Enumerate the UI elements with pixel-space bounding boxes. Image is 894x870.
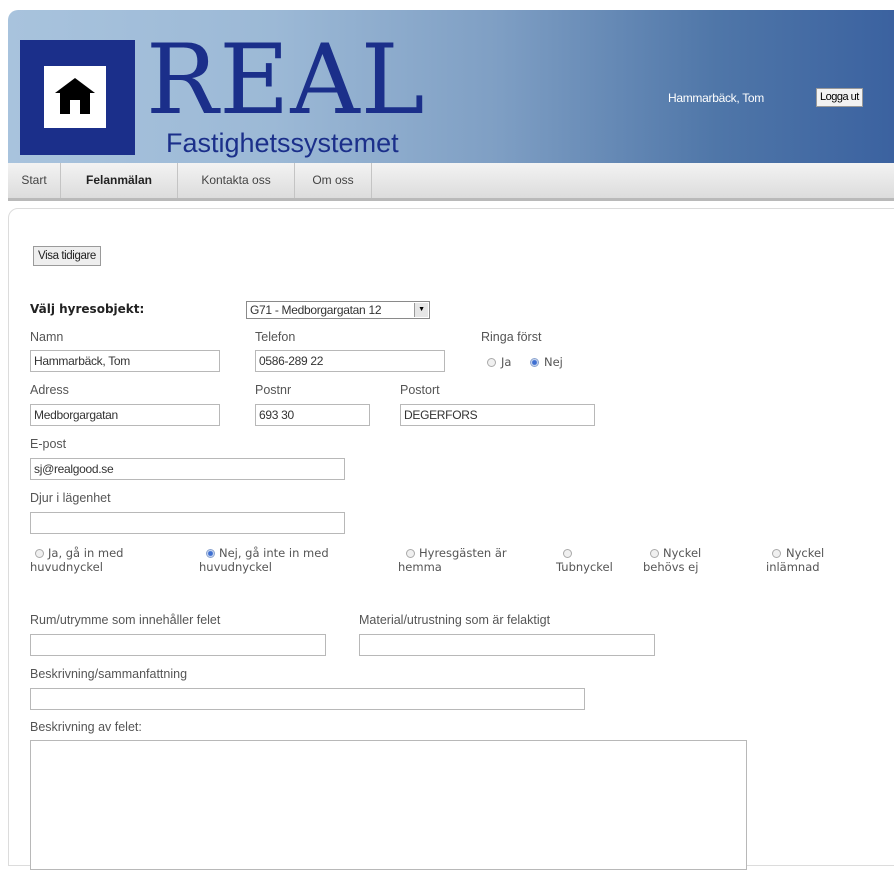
main-nav: Start Felanmälan Kontakta oss Om oss [8,163,894,201]
access-option-5-radio[interactable] [650,549,659,558]
pets-field[interactable] [30,512,345,534]
address-label: Adress [30,383,69,397]
logo-subtitle: Fastighetssystemet [166,128,399,158]
zip-field[interactable]: 693 30 [255,404,370,426]
nav-item-felanmalan[interactable]: Felanmälan [61,163,178,198]
access-option-5-line1: Nyckel [663,546,702,560]
nav-item-om-oss[interactable]: Om oss [295,163,372,198]
material-label: Material/utrustning som är felaktigt [359,613,551,627]
email-field[interactable]: sj@realgood.se [30,458,345,480]
call-first-yes-radio[interactable] [487,358,496,367]
nav-item-kontakta-oss[interactable]: Kontakta oss [178,163,295,198]
name-field[interactable]: Hammarbäck, Tom [30,350,220,372]
access-option-3-line2: hemma [398,560,442,574]
object-select[interactable]: G71 - Medborgargatan 12 ▼ [246,301,430,319]
access-option-4-radio[interactable] [563,549,572,558]
logged-in-user: Hammarbäck, Tom [668,91,764,105]
phone-field[interactable]: 0586-289 22 [255,350,445,372]
zip-label: Postnr [255,383,292,397]
dropdown-arrow-icon[interactable]: ▼ [414,303,428,317]
access-option-5-line2: behövs ej [643,560,699,574]
access-option-2-line2: huvudnyckel [199,560,272,574]
call-first-label: Ringa först [481,330,542,344]
room-label: Rum/utrymme som innehåller felet [30,613,221,627]
description-label: Beskrivning av felet: [30,720,142,734]
object-select-value: G71 - Medborgargatan 12 [250,303,382,317]
call-first-no-label: Nej [544,355,563,369]
email-label: E-post [30,437,67,451]
access-option-2-line1: Nej, gå inte in med [219,546,329,560]
summary-field[interactable] [30,688,585,710]
access-option-1-line2: huvudnyckel [30,560,103,574]
name-label: Namn [30,330,64,344]
address-field[interactable]: Medborgargatan [30,404,220,426]
access-option-4-line2: Tubnyckel [556,560,613,574]
summary-label: Beskrivning/sammanfattning [30,667,188,681]
access-option-3-radio[interactable] [406,549,415,558]
access-option-1-line1: Ja, gå in med [48,546,124,560]
nav-item-start[interactable]: Start [8,163,61,198]
city-label: Postort [400,383,440,397]
city-field[interactable]: DEGERFORS [400,404,595,426]
description-textarea[interactable] [30,740,747,870]
phone-label: Telefon [255,330,296,344]
access-option-6-line2: inlämnad [766,560,820,574]
call-first-no-radio[interactable] [530,358,539,367]
show-previous-button[interactable]: Visa tidigare [33,246,101,266]
access-option-1-radio[interactable] [35,549,44,558]
room-field[interactable] [30,634,326,656]
access-option-6-line1: Nyckel [786,546,825,560]
material-field[interactable] [359,634,655,656]
logo-title: REAL [146,24,426,136]
object-label: Välj hyresobjekt: [30,302,145,316]
pets-label: Djur i lägenhet [30,491,111,505]
access-option-6-radio[interactable] [772,549,781,558]
logo-mark [20,40,135,155]
app-header: REAL Fastighetssystemet Hammarbäck, Tom … [8,10,894,163]
access-option-2-radio[interactable] [206,549,215,558]
access-option-3-line1: Hyresgästen är [419,546,507,560]
logout-button[interactable]: Logga ut [816,88,863,107]
house-icon [55,78,95,114]
call-first-yes-label: Ja [501,355,512,369]
